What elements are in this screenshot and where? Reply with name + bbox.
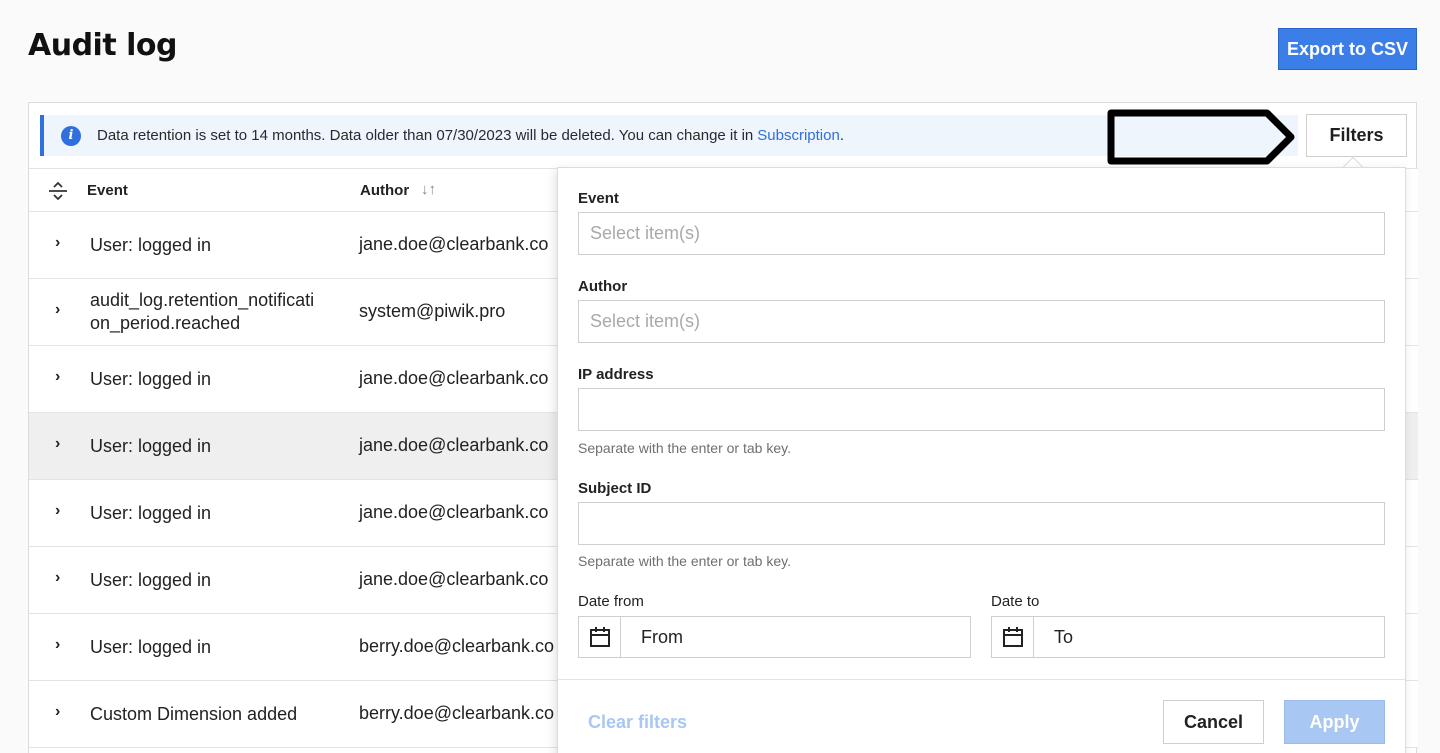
filters-panel: Event Author IP address Separate with th… [557,167,1406,753]
date-to-value: To [1054,627,1074,647]
filters-footer-divider [558,679,1405,680]
banner-suffix: . [839,127,844,144]
chevron-right-icon[interactable]: › [55,368,60,386]
event-filter-label: Event [578,190,619,207]
column-header-event[interactable]: Event [87,182,128,199]
row-author: jane.doe@clearbank.co [359,234,549,254]
chevron-right-icon[interactable]: › [55,703,60,721]
row-author: jane.doe@clearbank.co [359,368,549,388]
date-from-value: From [641,627,683,647]
apply-button[interactable]: Apply [1284,700,1385,744]
subject-id-input[interactable] [578,502,1385,545]
cancel-button[interactable]: Cancel [1163,700,1264,744]
row-event: User: logged in [90,570,212,590]
row-author: jane.doe@clearbank.co [359,502,549,522]
date-from-picker[interactable]: From [578,616,971,658]
date-to-label: Date to [991,593,1040,610]
subject-id-hint: Separate with the enter or tab key. [578,553,791,569]
ip-address-label: IP address [578,366,654,383]
ip-address-hint: Separate with the enter or tab key. [578,440,791,456]
expand-collapse-icon[interactable] [48,181,68,201]
row-event: User: logged in [90,235,212,255]
date-from-label: Date from [578,593,644,610]
clear-filters-button[interactable]: Clear filters [588,712,687,733]
row-author: jane.doe@clearbank.co [359,569,549,589]
chevron-right-icon[interactable]: › [55,636,60,654]
subscription-link[interactable]: Subscription [757,127,840,144]
author-filter-label: Author [578,278,628,295]
page-title: Audit log [28,28,178,63]
row-author: berry.doe@clearbank.co [359,636,555,656]
row-event: Custom Dimension added [90,704,298,724]
row-event: audit_log.retention_notification_period.… [90,290,315,333]
calendar-icon [579,617,621,657]
chevron-right-icon[interactable]: › [55,301,60,319]
row-author: berry.doe@clearbank.co [359,703,555,723]
column-header-author[interactable]: Author [360,182,409,199]
calendar-icon [992,617,1034,657]
subject-id-label: Subject ID [578,480,652,497]
row-event: User: logged in [90,637,212,657]
info-icon: i [61,125,81,146]
export-csv-button[interactable]: Export to CSV [1278,28,1417,70]
chevron-right-icon[interactable]: › [55,502,60,520]
date-to-picker[interactable]: To [991,616,1385,658]
row-event: User: logged in [90,369,212,389]
sort-icon[interactable]: ↓↑ [421,181,436,198]
row-author: jane.doe@clearbank.co [359,435,549,455]
banner-text: Data retention is set to 14 months. Data… [97,127,754,144]
row-event: User: logged in [90,436,212,456]
author-filter-input[interactable] [578,300,1385,343]
ip-address-input[interactable] [578,388,1385,431]
chevron-right-icon[interactable]: › [55,435,60,453]
chevron-right-icon[interactable]: › [55,569,60,587]
filters-button[interactable]: Filters [1306,114,1407,157]
event-filter-input[interactable] [578,212,1385,255]
tag-outline-annotation [1107,109,1295,165]
chevron-right-icon[interactable]: › [55,234,60,252]
row-author: system@piwik.pro [359,301,506,321]
row-event: User: logged in [90,503,212,523]
